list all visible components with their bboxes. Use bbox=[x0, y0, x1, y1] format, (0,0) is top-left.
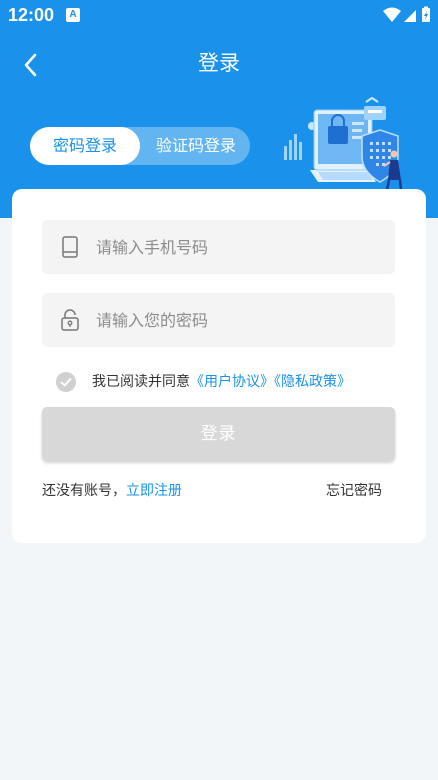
register-prompt: 还没有账号，立即注册 bbox=[42, 480, 182, 502]
battery-icon bbox=[422, 6, 430, 22]
agreement-checkbox[interactable] bbox=[56, 372, 76, 392]
register-link[interactable]: 立即注册 bbox=[126, 483, 182, 499]
user-agreement-link[interactable]: 《用户协议》 bbox=[190, 374, 274, 390]
tab-password-login[interactable]: 密码登录 bbox=[30, 127, 140, 165]
phone-icon bbox=[62, 236, 78, 258]
signal-icon bbox=[404, 10, 416, 22]
password-field[interactable] bbox=[42, 293, 395, 347]
agreement-text: 我已阅读并同意《用户协议》《隐私政策》 bbox=[92, 370, 351, 394]
phone-field[interactable] bbox=[42, 220, 395, 274]
login-button[interactable]: 登录 bbox=[42, 407, 395, 461]
login-card: 我已阅读并同意《用户协议》《隐私政策》 登录 还没有账号，立即注册 忘记密码 bbox=[12, 189, 426, 543]
forgot-password-link[interactable]: 忘记密码 bbox=[326, 480, 382, 502]
status-bar: 12:00 A bbox=[0, 0, 438, 32]
tab-code-login[interactable]: 验证码登录 bbox=[142, 127, 250, 165]
notification-icon: A bbox=[66, 8, 80, 22]
check-icon bbox=[60, 378, 72, 387]
password-input[interactable] bbox=[96, 293, 386, 347]
wifi-icon bbox=[383, 7, 401, 22]
agreement-prefix: 我已阅读并同意 bbox=[92, 374, 190, 390]
privacy-policy-link[interactable]: 《隐私政策》 bbox=[274, 374, 351, 390]
status-icons bbox=[383, 6, 430, 22]
phone-input[interactable] bbox=[96, 220, 386, 274]
login-mode-tabs: 密码登录 验证码登录 bbox=[30, 127, 250, 165]
lock-icon bbox=[61, 309, 79, 331]
register-prompt-text: 还没有账号， bbox=[42, 483, 126, 499]
status-time: 12:00 bbox=[8, 5, 55, 25]
security-illustration bbox=[284, 96, 403, 191]
page-title: 登录 bbox=[198, 51, 240, 75]
